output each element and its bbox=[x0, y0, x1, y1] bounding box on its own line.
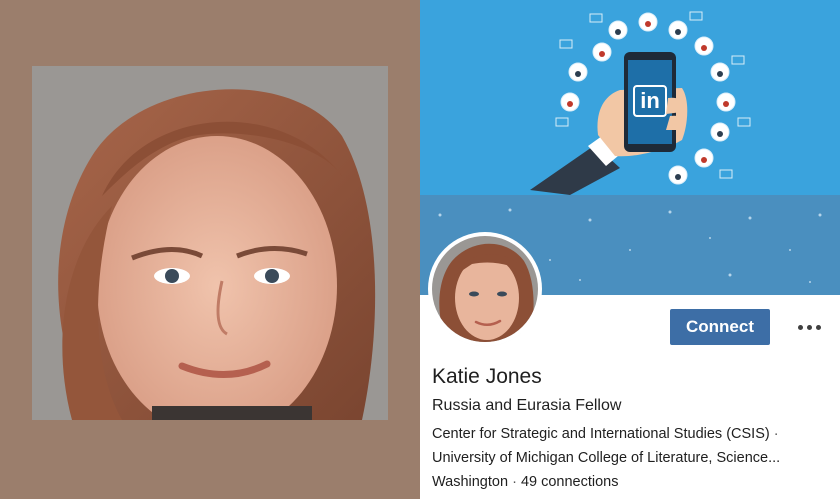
profile-info: Katie Jones Russia and Eurasia Fellow Ce… bbox=[432, 364, 832, 497]
more-dot bbox=[815, 324, 821, 330]
more-dot bbox=[806, 324, 812, 330]
separator: · bbox=[512, 474, 517, 490]
profile-name: Katie Jones bbox=[432, 365, 542, 388]
profile-headline: Russia and Eurasia Fellow bbox=[432, 397, 622, 414]
separator: · bbox=[773, 426, 779, 442]
portrait-photo bbox=[32, 66, 388, 420]
connect-button[interactable]: Connect bbox=[670, 309, 770, 345]
more-horizontal-icon[interactable] bbox=[792, 314, 826, 340]
profile-organization: Center for Strategic and International S… bbox=[432, 425, 832, 443]
profile-education: University of Michigan College of Litera… bbox=[432, 450, 781, 466]
profile-connections[interactable]: 49 connections bbox=[521, 474, 619, 490]
profile-location: Washington bbox=[432, 474, 509, 490]
organization-text: Center for Strategic and International S… bbox=[432, 426, 770, 442]
linkedin-logo-icon: in bbox=[640, 88, 660, 113]
more-dot bbox=[797, 324, 803, 330]
left-photo-panel bbox=[0, 0, 420, 499]
profile-card: in Connect Katie Jones Russia and Eurasi… bbox=[420, 0, 840, 499]
profile-avatar[interactable] bbox=[432, 236, 538, 342]
profile-location-line: Washington · 49 connections bbox=[432, 473, 832, 491]
